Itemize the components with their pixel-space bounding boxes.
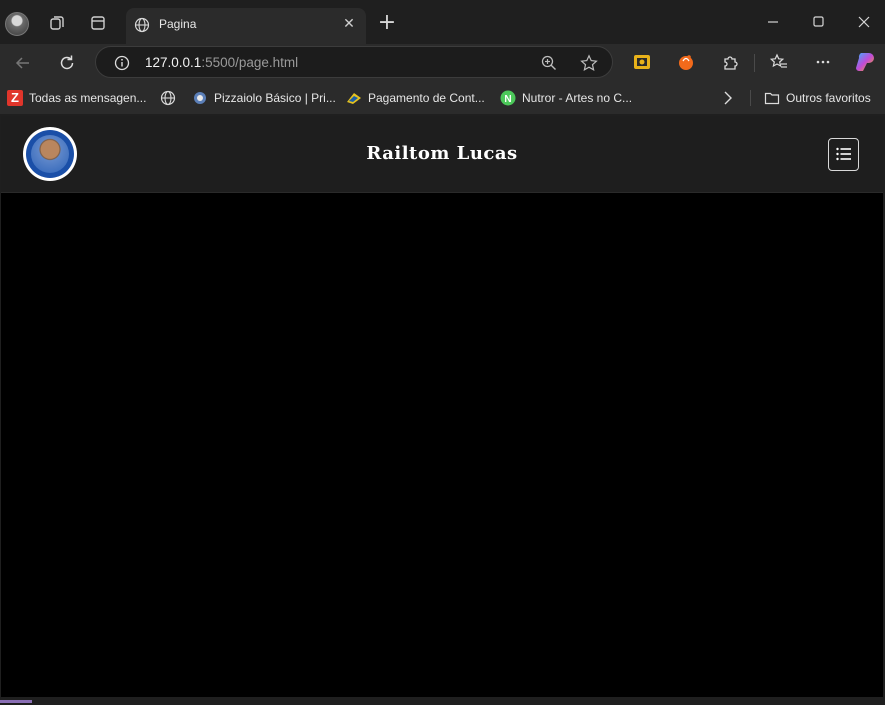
nutror-n-icon: N	[500, 90, 516, 106]
taskbar-accent	[0, 700, 32, 703]
extension-orange-icon[interactable]	[677, 53, 695, 71]
close-tab-icon[interactable]: ✕	[342, 17, 356, 31]
url-text[interactable]: 127.0.0.1:5500/page.html	[145, 55, 298, 70]
navigation-toolbar: 127.0.0.1:5500/page.html	[0, 44, 885, 82]
tab-actions-icon[interactable]	[89, 14, 107, 32]
tab-title: Pagina	[159, 17, 197, 31]
workspaces-icon[interactable]	[48, 14, 66, 32]
other-favorites-folder[interactable]: Outros favoritos	[764, 90, 871, 106]
page-title: Railtom Lucas	[366, 143, 518, 164]
bookmarks-divider	[750, 90, 751, 106]
menu-toggle-button[interactable]	[828, 138, 859, 171]
window-bottom-edge	[0, 697, 885, 705]
site-header: Railtom Lucas	[1, 116, 883, 193]
extension-film-icon[interactable]	[633, 53, 651, 71]
page-viewport: Railtom Lucas	[1, 116, 883, 697]
toolbar-divider	[754, 54, 755, 72]
site-info-icon[interactable]	[114, 55, 130, 71]
minimize-icon[interactable]	[763, 12, 783, 32]
list-icon	[836, 147, 851, 161]
favorite-star-icon[interactable]	[580, 54, 598, 72]
copilot-icon[interactable]	[854, 51, 876, 73]
svg-text:N: N	[504, 94, 511, 105]
zoom-icon[interactable]	[540, 54, 558, 72]
bookmark-item[interactable]: N Nutror - Artes no C...	[500, 90, 632, 106]
globe-icon	[160, 90, 176, 106]
address-bar[interactable]: 127.0.0.1:5500/page.html	[95, 46, 613, 78]
extensions-puzzle-icon[interactable]	[721, 53, 739, 71]
browser-window: Pagina ✕ + 127.0.0.1:5500/page.html Z To…	[0, 0, 885, 705]
tab-active[interactable]: Pagina ✕	[126, 8, 366, 44]
page-body	[1, 193, 883, 697]
bookmark-item[interactable]: Z Todas as mensagen...	[7, 90, 146, 106]
globe-icon	[134, 17, 150, 33]
profile-avatar-icon[interactable]	[5, 12, 29, 36]
pizza-site-icon	[194, 92, 206, 104]
bookmark-item[interactable]	[160, 90, 182, 106]
maximize-icon[interactable]	[808, 12, 828, 32]
bookmark-item[interactable]: Pizzaiolo Básico | Pri...	[192, 90, 336, 106]
reload-icon[interactable]	[57, 53, 77, 73]
chevron-right-icon[interactable]	[720, 90, 736, 106]
payment-site-icon	[347, 93, 361, 104]
folder-icon	[764, 92, 780, 105]
favorites-icon[interactable]	[770, 53, 788, 71]
zimbra-z-icon: Z	[7, 90, 23, 106]
new-tab-button[interactable]: +	[377, 12, 397, 34]
back-icon[interactable]	[13, 53, 33, 73]
bookmark-item[interactable]: Pagamento de Cont...	[346, 90, 485, 106]
close-window-icon[interactable]	[854, 12, 874, 32]
tab-strip: Pagina ✕ +	[0, 0, 885, 44]
more-options-icon[interactable]	[814, 53, 832, 71]
bookmarks-bar: Z Todas as mensagen... Pizzaiolo Básico …	[0, 82, 885, 114]
